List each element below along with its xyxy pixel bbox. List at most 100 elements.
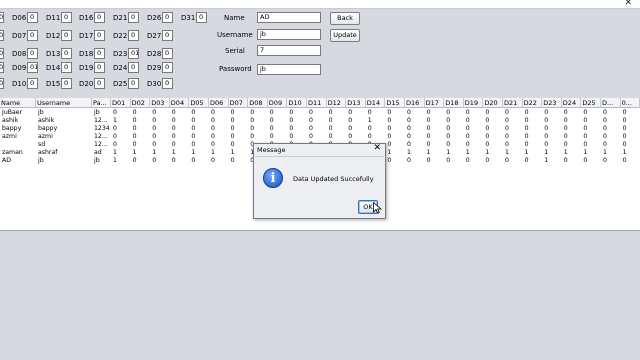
table-cell[interactable]: 0 bbox=[249, 109, 268, 117]
table-cell[interactable]: 0 bbox=[308, 109, 327, 117]
table-cell[interactable]: bappy bbox=[37, 125, 92, 133]
table-header-cell[interactable]: D... bbox=[601, 98, 621, 108]
table-cell[interactable]: 0 bbox=[386, 141, 405, 149]
table-cell[interactable]: 0 bbox=[426, 157, 445, 165]
table-cell[interactable]: 0 bbox=[328, 109, 347, 117]
table-header-cell[interactable]: D22 bbox=[522, 98, 543, 108]
table-cell[interactable]: 0 bbox=[426, 141, 445, 149]
table-cell[interactable]: 0 bbox=[210, 125, 229, 133]
table-cell[interactable]: 0 bbox=[504, 117, 523, 125]
table-cell[interactable]: 0 bbox=[543, 125, 562, 133]
table-cell[interactable]: azmi bbox=[1, 133, 36, 141]
table-cell[interactable]: jb bbox=[37, 157, 92, 165]
table-cell[interactable]: 0 bbox=[484, 117, 503, 125]
table-cell[interactable]: 0 bbox=[288, 117, 307, 125]
table-cell[interactable]: 0 bbox=[602, 117, 621, 125]
table-cell[interactable]: 0 bbox=[563, 157, 582, 165]
day-field-input[interactable]: 0 bbox=[61, 62, 72, 73]
table-cell[interactable]: sd bbox=[37, 141, 92, 149]
table-cell[interactable]: 0 bbox=[308, 133, 327, 141]
day-field-input[interactable]: 0 bbox=[162, 30, 173, 41]
table-cell[interactable]: 0 bbox=[622, 109, 640, 117]
table-cell[interactable]: 0 bbox=[445, 141, 464, 149]
day-field-clipped[interactable]: 0 bbox=[0, 78, 4, 89]
username-field[interactable]: jb bbox=[257, 29, 321, 40]
back-button[interactable]: Back bbox=[330, 12, 360, 25]
table-cell[interactable]: 0 bbox=[386, 125, 405, 133]
table-cell[interactable]: 1 bbox=[132, 149, 151, 157]
table-cell[interactable]: 1 bbox=[484, 149, 503, 157]
table-cell[interactable]: 1 bbox=[543, 157, 562, 165]
table-cell[interactable]: 0 bbox=[524, 109, 543, 117]
table-cell[interactable]: 0 bbox=[445, 109, 464, 117]
table-cell[interactable]: 0 bbox=[504, 109, 523, 117]
table-cell[interactable]: 0 bbox=[563, 141, 582, 149]
table-cell[interactable]: 0 bbox=[465, 117, 484, 125]
table-cell[interactable]: 0 bbox=[524, 133, 543, 141]
table-cell[interactable]: 1 bbox=[602, 149, 621, 157]
table-cell[interactable]: 1 bbox=[406, 149, 425, 157]
table-cell[interactable]: 0 bbox=[210, 117, 229, 125]
table-header-cell[interactable]: D01 bbox=[111, 98, 131, 108]
table-cell[interactable]: 0 bbox=[426, 117, 445, 125]
day-field-input[interactable]: 0 bbox=[94, 30, 105, 41]
table-cell[interactable]: 0 bbox=[210, 157, 229, 165]
table-cell[interactable]: 1 bbox=[426, 149, 445, 157]
table-cell[interactable]: ashraf bbox=[37, 149, 92, 157]
table-cell[interactable]: 0 bbox=[249, 117, 268, 125]
table-cell[interactable]: 0 bbox=[132, 133, 151, 141]
table-cell[interactable]: 1 bbox=[171, 149, 190, 157]
table-cell[interactable]: 0 bbox=[249, 125, 268, 133]
table-cell[interactable]: 0 bbox=[347, 125, 366, 133]
day-field-input[interactable]: 0 bbox=[94, 12, 105, 23]
table-cell[interactable]: 0 bbox=[622, 133, 640, 141]
table-cell[interactable]: 0 bbox=[426, 125, 445, 133]
table-header-cell[interactable]: D09 bbox=[267, 98, 288, 108]
table-cell[interactable]: 0 bbox=[445, 133, 464, 141]
day-field-input[interactable]: 0 bbox=[27, 78, 38, 89]
day-field-input[interactable]: 0 bbox=[27, 12, 38, 23]
table-cell[interactable]: 0 bbox=[210, 109, 229, 117]
table-cell[interactable]: 0 bbox=[347, 109, 366, 117]
table-cell[interactable]: 1234 bbox=[93, 125, 111, 133]
table-cell[interactable]: 1 bbox=[112, 149, 131, 157]
table-cell[interactable]: 0 bbox=[406, 141, 425, 149]
table-cell[interactable]: 1 bbox=[563, 149, 582, 157]
table-cell[interactable]: 0 bbox=[524, 125, 543, 133]
table-cell[interactable]: 0 bbox=[386, 157, 405, 165]
table-cell[interactable]: 0 bbox=[465, 141, 484, 149]
table-cell[interactable]: 12... bbox=[93, 117, 111, 125]
table-cell[interactable]: 0 bbox=[622, 157, 640, 165]
day-field-input[interactable]: 0 bbox=[61, 30, 72, 41]
table-header-cell[interactable]: D16 bbox=[405, 98, 425, 108]
table-cell[interactable]: 1 bbox=[190, 149, 209, 157]
day-field-input[interactable]: 0 bbox=[27, 48, 38, 59]
table-header-cell[interactable]: D02 bbox=[130, 98, 151, 108]
table-cell[interactable]: jb bbox=[93, 109, 111, 117]
table-cell[interactable]: 0 bbox=[269, 133, 288, 141]
table-cell[interactable]: 0 bbox=[151, 141, 170, 149]
table-cell[interactable]: 0 bbox=[524, 141, 543, 149]
table-cell[interactable]: 1 bbox=[582, 149, 601, 157]
table-cell[interactable]: 0 bbox=[465, 125, 484, 133]
table-cell[interactable]: 0 bbox=[249, 133, 268, 141]
day-field-input[interactable]: 0 bbox=[162, 62, 173, 73]
table-cell[interactable]: zaman bbox=[1, 149, 36, 157]
table-cell[interactable]: 0 bbox=[171, 133, 190, 141]
table-cell[interactable]: 0 bbox=[582, 141, 601, 149]
table-cell[interactable]: 1 bbox=[112, 117, 131, 125]
table-header-cell[interactable]: D23 bbox=[542, 98, 562, 108]
table-cell[interactable]: 0 bbox=[386, 133, 405, 141]
table-cell[interactable]: 0 bbox=[563, 109, 582, 117]
table-cell[interactable]: AD bbox=[1, 157, 36, 165]
day-field-input[interactable]: 0 bbox=[128, 12, 139, 23]
table-cell[interactable]: 0 bbox=[406, 133, 425, 141]
table-cell[interactable]: 0 bbox=[367, 109, 386, 117]
table-cell[interactable]: 0 bbox=[151, 109, 170, 117]
table-cell[interactable]: 0 bbox=[524, 117, 543, 125]
table-cell[interactable]: 0 bbox=[112, 141, 131, 149]
table-cell[interactable]: 0 bbox=[151, 117, 170, 125]
day-field-input[interactable]: 0 bbox=[61, 12, 72, 23]
table-cell[interactable]: 0 bbox=[543, 141, 562, 149]
table-cell[interactable]: 0 bbox=[347, 117, 366, 125]
